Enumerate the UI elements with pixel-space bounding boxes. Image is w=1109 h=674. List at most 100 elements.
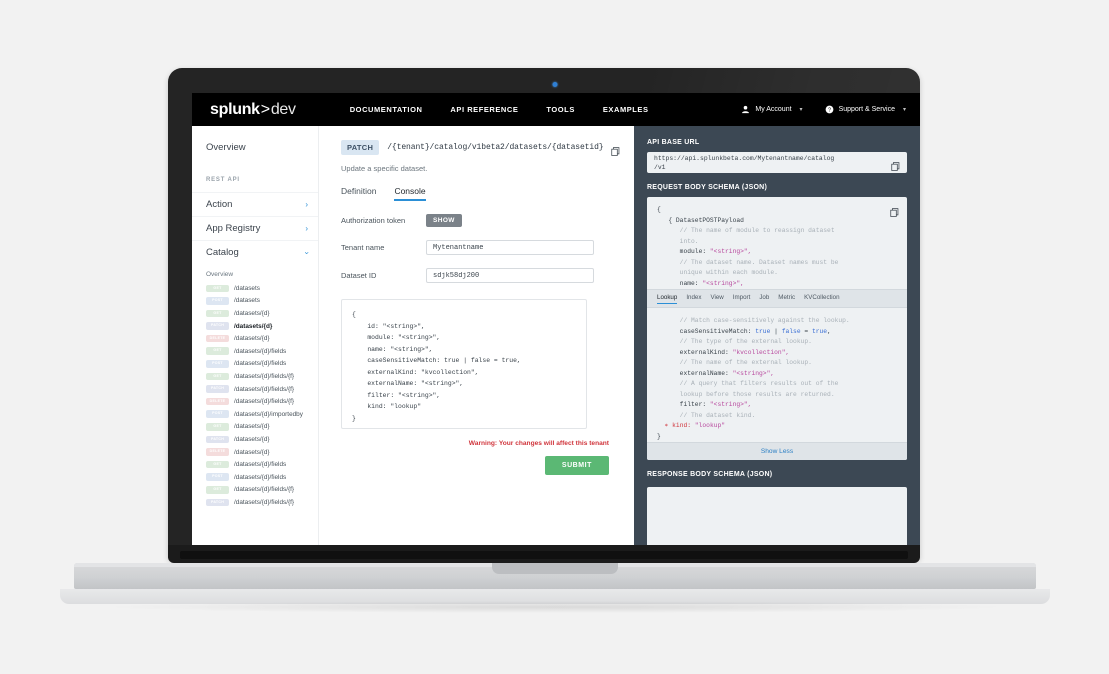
schema-comment: // The name of module to reassign datase…	[657, 227, 835, 234]
endpoint-description: Update a specific dataset.	[341, 164, 428, 173]
schema-string-value: "<string>",	[709, 248, 752, 255]
method-badge: GET	[206, 309, 229, 318]
schema-kind-tab-import[interactable]: Import	[733, 294, 751, 303]
method-badge: PATCH	[206, 435, 229, 444]
tab-console[interactable]: Console	[394, 186, 426, 201]
sidebar-endpoint-item[interactable]: POST/datasets/{d}/importedby	[192, 408, 318, 421]
my-account-label: My Account	[755, 106, 792, 113]
endpoint-path-label: /datasets/{d}/fields	[234, 461, 287, 469]
sidebar-endpoint-item[interactable]: GET/datasets	[192, 282, 318, 295]
sidebar-endpoint-item[interactable]: GET/datasets/{d}/fields/{f}	[192, 484, 318, 497]
sidebar-group-catalog[interactable]: Catalog ›	[192, 240, 318, 264]
endpoint-path-label: /datasets/{d}/importedby	[234, 410, 303, 418]
my-account-menu[interactable]: My Account ▾	[741, 105, 803, 114]
schema-bottom-code: // Match case-sensitively against the lo…	[647, 308, 907, 442]
detail-tabs: Definition Console	[341, 186, 634, 201]
api-base-url-label: API BASE URL	[647, 139, 700, 146]
sidebar-endpoint-item[interactable]: DELETE/datasets/{d}	[192, 446, 318, 459]
endpoint-url-path: /{tenant}/catalog/v1beta2/datasets/{data…	[387, 143, 604, 152]
schema-key: module:	[657, 248, 710, 255]
schema-kind-tab-job[interactable]: Job	[759, 294, 769, 303]
schema-comment: // A query that filters results out of t…	[657, 380, 839, 387]
sidebar-endpoint-item[interactable]: GET/datasets/{d}/fields/{f}	[192, 370, 318, 383]
sidebar-group-catalog-label: Catalog	[206, 247, 239, 258]
method-badge: POST	[206, 297, 229, 305]
sidebar-endpoint-item[interactable]: POST/datasets/{d}/fields	[192, 358, 318, 371]
schema-comment: lookup before those results are returned…	[657, 390, 835, 398]
submit-button[interactable]: SUBMIT	[544, 456, 609, 475]
tenant-name-label: Tenant name	[341, 243, 385, 252]
schema-code-line: unique within each module.	[657, 268, 897, 279]
schema-kind-tab-view[interactable]: View	[710, 294, 723, 303]
webcam-icon	[552, 82, 557, 87]
sidebar-endpoint-item[interactable]: GET/datasets/{d}/fields	[192, 458, 318, 471]
sidebar-item-overview[interactable]: Overview	[192, 142, 318, 153]
schema-code-line: // The type of the external lookup.	[657, 337, 897, 348]
schema-kind-tab-metric[interactable]: Metric	[778, 294, 795, 303]
copy-icon[interactable]	[611, 143, 620, 156]
sidebar: Overview REST API Action › App Registry …	[192, 126, 319, 551]
request-body-editor[interactable]: { id: "<string>", module: "<string>", na…	[341, 299, 587, 429]
sidebar-group-app-registry-label: App Registry	[206, 223, 261, 234]
schema-token: ,	[827, 327, 831, 335]
copy-icon[interactable]	[891, 158, 900, 171]
sidebar-group-action[interactable]: Action ›	[192, 192, 318, 216]
sidebar-endpoint-item[interactable]: GET/datasets/{d}	[192, 307, 318, 320]
sidebar-endpoint-item[interactable]: PATCH/datasets/{d}/fields/{f}	[192, 383, 318, 396]
show-token-button[interactable]: SHOW	[426, 214, 462, 227]
schema-kind-tab-lookup[interactable]: Lookup	[657, 294, 678, 304]
sidebar-endpoint-item[interactable]: PATCH/datasets/{d}/fields/{f}	[192, 496, 318, 509]
chevron-down-icon: ›	[302, 251, 312, 254]
sidebar-endpoint-item[interactable]: DELETE/datasets/{d}	[192, 332, 318, 345]
endpoint-path-label: /datasets/{d}	[234, 309, 270, 317]
schema-key: caseSensitiveMatch:	[657, 327, 756, 335]
laptop-screen: splunk > dev DOCUMENTATION API REFERENCE T…	[192, 93, 920, 551]
method-badge: PATCH	[206, 385, 229, 393]
schema-code-line: module: "<string>",	[657, 247, 897, 258]
schema-top-code: { { DatasetPOSTPayload // The name of mo…	[647, 197, 907, 289]
endpoint-path-label: /datasets/{d}/fields/{f}	[234, 398, 295, 406]
method-badge: GET	[206, 347, 229, 356]
schema-kind-tab-kvcollection[interactable]: KVCollection	[804, 294, 839, 303]
schema-token: true	[811, 327, 828, 335]
nav-item-documentation[interactable]: DOCUMENTATION	[336, 93, 437, 126]
sidebar-endpoint-item[interactable]: DELETE/datasets/{d}/fields/{f}	[192, 395, 318, 408]
tab-definition[interactable]: Definition	[341, 186, 376, 201]
schema-string-value: "<string>",	[702, 279, 744, 287]
show-less-link[interactable]: Show Less	[647, 442, 907, 460]
tenant-name-input[interactable]	[426, 240, 594, 255]
nav-item-tools[interactable]: TOOLS	[532, 93, 588, 126]
splunk-dev-logo[interactable]: splunk > dev	[210, 101, 296, 119]
schema-string-value: "lookup"	[694, 422, 726, 429]
schema-comment: into.	[657, 237, 699, 245]
schema-kind-tab-index[interactable]: Index	[686, 294, 701, 303]
sidebar-endpoint-item[interactable]: POST/datasets/{d}/fields	[192, 471, 318, 484]
endpoint-path-label: /datasets/{d}	[234, 435, 270, 443]
sidebar-endpoint-item[interactable]: PATCH/datasets/{d}	[192, 433, 318, 446]
nav-item-examples[interactable]: EXAMPLES	[589, 93, 663, 126]
auth-token-label: Authorization token	[341, 216, 406, 225]
endpoint-method-badge: PATCH	[341, 140, 380, 155]
api-base-url-line2: /v1	[654, 163, 666, 171]
support-service-menu[interactable]: ? Support & Service ▾	[825, 105, 906, 114]
dataset-id-input[interactable]	[426, 268, 594, 283]
sidebar-endpoint-item[interactable]: POST/datasets	[192, 295, 318, 308]
api-base-url-box[interactable]: https://api.splunkbeta.com/Mytenantname/…	[647, 152, 907, 173]
sidebar-endpoint-item[interactable]: GET/datasets/{d}	[192, 421, 318, 434]
schema-token: true	[755, 327, 771, 335]
endpoint-path-label: /datasets/{d}/fields/{f}	[234, 385, 295, 393]
sidebar-endpoint-list: GET/datasets POST/datasets GET/datasets/{d…	[192, 282, 318, 509]
sidebar-group-app-registry[interactable]: App Registry ›	[192, 216, 318, 240]
sidebar-subgroup-overview[interactable]: Overview	[192, 264, 318, 282]
endpoint-path-label: /datasets/{d}	[234, 448, 270, 456]
sidebar-endpoint-item[interactable]: PATCH/datasets/{d}	[192, 320, 318, 333]
nav-item-api-reference[interactable]: API REFERENCE	[436, 93, 532, 130]
sidebar-group-action-label: Action	[206, 199, 233, 210]
copy-icon[interactable]	[890, 204, 899, 217]
sidebar-endpoint-item[interactable]: GET/datasets/{d}/fields	[192, 345, 318, 358]
method-badge: POST	[206, 410, 229, 419]
method-badge: GET	[206, 486, 229, 494]
endpoint-path-label: /datasets/{d}	[234, 335, 270, 343]
schema-code-line: }	[657, 432, 661, 440]
method-badge: POST	[206, 473, 229, 481]
